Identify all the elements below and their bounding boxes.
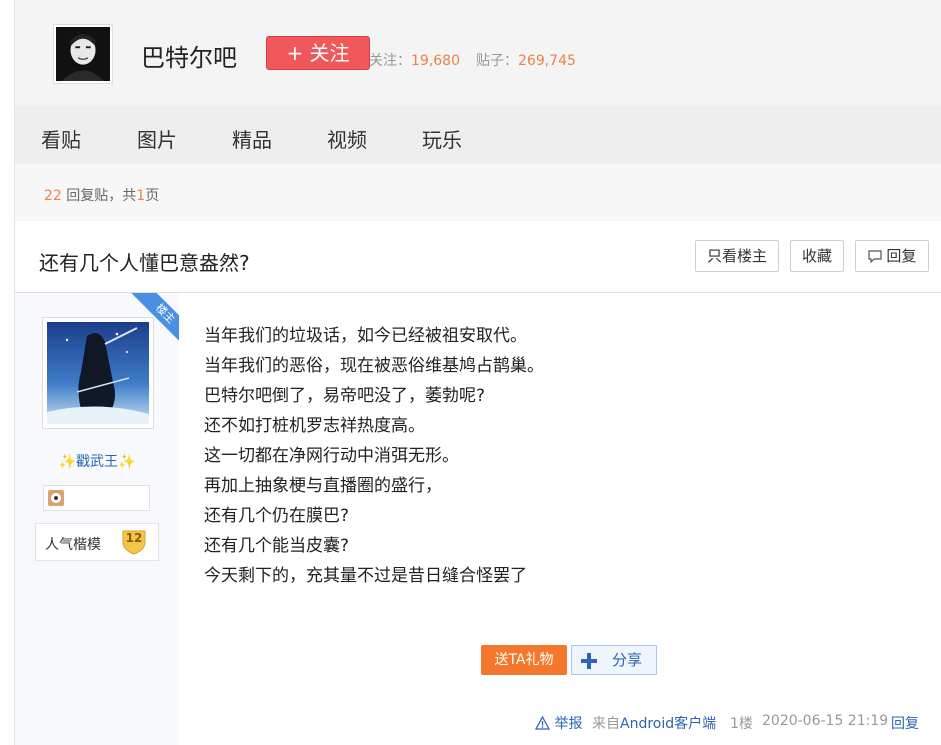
page-suffix: 页 (145, 188, 160, 204)
tab-images[interactable]: 图片 (137, 124, 177, 153)
thread-meta-bar: 22 回复贴，共1页 (14, 164, 941, 221)
posts-label: 贴子： (476, 53, 518, 69)
warning-icon (534, 715, 551, 730)
forum-nav: 看贴 图片 精品 视频 玩乐 (14, 106, 941, 164)
forum-name: 巴特尔吧 (141, 44, 237, 72)
tab-videos[interactable]: 视频 (327, 124, 367, 153)
comment-icon (867, 250, 882, 264)
post-reply-link[interactable]: 回复 (891, 713, 919, 733)
post-line: 还有几个仍在膜巴? (204, 506, 350, 526)
level-badge: 12 (120, 528, 148, 556)
forum-header: 巴特尔吧 + 关注 关注：19,680 贴子：269,745 (14, 0, 941, 106)
post-line: 当年我们的垃圾话，如今已经被祖安取代。 (204, 326, 527, 346)
forum-avatar[interactable] (53, 24, 113, 84)
forum-avatar-image (56, 27, 110, 81)
level-name: 人气楷模 (45, 537, 101, 553)
share-label: 分享 (612, 651, 643, 669)
post-line: 巴特尔吧倒了，易帝吧没了，萎勃呢? (204, 386, 486, 406)
followers-label: 关注： (369, 53, 411, 69)
post-author-panel: 楼主 ✨戳武王✨ 人气楷模 12 (14, 293, 179, 745)
forum-stats: 关注：19,680 贴子：269,745 (369, 50, 576, 70)
post-line: 今天剩下的，充其量不过是昔日缝合怪罢了 (204, 566, 527, 586)
post-line: 还不如打桩机罗志祥热度高。 (204, 416, 425, 436)
report-link[interactable]: 举报 (534, 713, 583, 733)
thread-title-bar: 还有几个人懂巴意盎然? 只看楼主 收藏 回复 (14, 221, 941, 293)
post-line: 还有几个能当皮囊? (204, 536, 350, 556)
page: 巴特尔吧 + 关注 关注：19,680 贴子：269,745 看贴 图片 精品 视… (14, 0, 941, 745)
post-time: 2020-06-15 21:19 (762, 713, 889, 729)
post-line: 再加上抽象梗与直播圈的盛行， (204, 476, 442, 496)
username[interactable]: ✨戳武王✨ (15, 451, 179, 471)
floor-number: 1楼 (730, 716, 753, 732)
reply-count: 22 (44, 188, 62, 204)
post-content: 当年我们的垃圾话，如今已经被祖安取代。 当年我们的恶俗，现在被恶俗维基鸠占鹊巢。… (204, 321, 544, 591)
reply-button[interactable]: 回复 (855, 240, 929, 272)
level-box[interactable]: 人气楷模 12 (35, 523, 159, 561)
share-button[interactable]: 分享 (571, 645, 657, 675)
tab-featured[interactable]: 精品 (232, 124, 272, 153)
reply-button-label: 回复 (886, 247, 917, 265)
favorite-button[interactable]: 收藏 (790, 240, 844, 272)
only-op-button[interactable]: 只看楼主 (695, 240, 779, 272)
source-prefix: 来自 (592, 716, 620, 732)
send-gift-button[interactable]: 送TA礼物 (481, 645, 567, 675)
post-line: 这一切都在净网行动中消弭无形。 (204, 446, 459, 466)
reply-suffix: 回复贴，共 (66, 188, 137, 204)
post-line: 当年我们的恶俗，现在被恶俗维基鸠占鹊巢。 (204, 356, 544, 376)
user-icon-box (43, 485, 150, 511)
user-avatar[interactable] (42, 317, 154, 429)
reply-count-text: 22 回复贴，共1页 (44, 185, 159, 205)
post-floor-1: 楼主 ✨戳武王✨ 人气楷模 12 当年我们的垃圾话，如今已经被祖安取代。 当年我… (14, 293, 941, 745)
share-plus-icon (581, 653, 597, 669)
followers-count: 19,680 (411, 53, 460, 69)
follow-button[interactable]: + 关注 (266, 36, 370, 70)
badge-icon[interactable] (48, 490, 64, 506)
posts-count: 269,745 (518, 53, 576, 69)
tab-fun[interactable]: 玩乐 (422, 124, 462, 153)
user-avatar-image (47, 322, 149, 424)
level-number: 12 (125, 531, 143, 545)
post-source: 来自Android客户端 (592, 713, 716, 733)
source-client-link[interactable]: Android客户端 (620, 716, 716, 732)
thread-title: 还有几个人懂巴意盎然? (39, 251, 250, 275)
tab-posts[interactable]: 看贴 (41, 124, 81, 153)
page-count: 1 (136, 188, 146, 204)
report-label: 举报 (554, 716, 583, 732)
